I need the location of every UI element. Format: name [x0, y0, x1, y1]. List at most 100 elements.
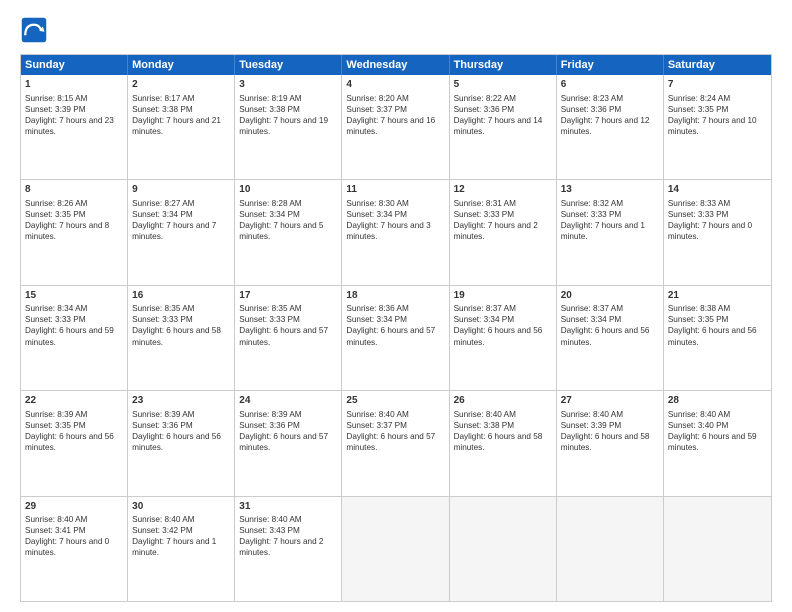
daylight: Daylight: 7 hours and 0 minutes.: [668, 221, 752, 241]
sunrise: Sunrise: 8:40 AM: [25, 515, 87, 524]
daylight: Daylight: 6 hours and 59 minutes.: [25, 326, 114, 346]
sunrise: Sunrise: 8:39 AM: [239, 410, 301, 419]
sunset: Sunset: 3:35 PM: [668, 105, 729, 114]
calendar-cell: 15Sunrise: 8:34 AMSunset: 3:33 PMDayligh…: [21, 286, 128, 390]
sunset: Sunset: 3:33 PM: [454, 210, 515, 219]
day-number: 26: [454, 394, 552, 408]
daylight: Daylight: 6 hours and 57 minutes.: [239, 432, 328, 452]
day-number: 23: [132, 394, 230, 408]
daylight: Daylight: 7 hours and 5 minutes.: [239, 221, 323, 241]
daylight: Daylight: 7 hours and 7 minutes.: [132, 221, 216, 241]
sunset: Sunset: 3:37 PM: [346, 105, 407, 114]
calendar-cell: 24Sunrise: 8:39 AMSunset: 3:36 PMDayligh…: [235, 391, 342, 495]
sunset: Sunset: 3:34 PM: [561, 315, 622, 324]
day-number: 20: [561, 289, 659, 303]
calendar-day-header: Wednesday: [342, 55, 449, 75]
sunset: Sunset: 3:35 PM: [25, 421, 86, 430]
sunrise: Sunrise: 8:37 AM: [561, 304, 623, 313]
daylight: Daylight: 7 hours and 0 minutes.: [25, 537, 109, 557]
calendar-cell: 26Sunrise: 8:40 AMSunset: 3:38 PMDayligh…: [450, 391, 557, 495]
daylight: Daylight: 6 hours and 56 minutes.: [454, 326, 543, 346]
sunrise: Sunrise: 8:26 AM: [25, 199, 87, 208]
sunrise: Sunrise: 8:35 AM: [132, 304, 194, 313]
calendar-cell: 22Sunrise: 8:39 AMSunset: 3:35 PMDayligh…: [21, 391, 128, 495]
daylight: Daylight: 6 hours and 59 minutes.: [668, 432, 757, 452]
day-number: 13: [561, 183, 659, 197]
sunrise: Sunrise: 8:31 AM: [454, 199, 516, 208]
calendar-cell: 21Sunrise: 8:38 AMSunset: 3:35 PMDayligh…: [664, 286, 771, 390]
calendar-cell: 4Sunrise: 8:20 AMSunset: 3:37 PMDaylight…: [342, 75, 449, 179]
sunrise: Sunrise: 8:40 AM: [561, 410, 623, 419]
calendar-week: 29Sunrise: 8:40 AMSunset: 3:41 PMDayligh…: [21, 497, 771, 601]
daylight: Daylight: 6 hours and 56 minutes.: [132, 432, 221, 452]
sunrise: Sunrise: 8:40 AM: [668, 410, 730, 419]
calendar-week: 8Sunrise: 8:26 AMSunset: 3:35 PMDaylight…: [21, 180, 771, 285]
calendar-cell: 2Sunrise: 8:17 AMSunset: 3:38 PMDaylight…: [128, 75, 235, 179]
day-number: 22: [25, 394, 123, 408]
sunrise: Sunrise: 8:36 AM: [346, 304, 408, 313]
calendar-week: 15Sunrise: 8:34 AMSunset: 3:33 PMDayligh…: [21, 286, 771, 391]
day-number: 17: [239, 289, 337, 303]
sunset: Sunset: 3:34 PM: [346, 315, 407, 324]
calendar-body: 1Sunrise: 8:15 AMSunset: 3:39 PMDaylight…: [21, 75, 771, 601]
daylight: Daylight: 7 hours and 8 minutes.: [25, 221, 109, 241]
calendar-cell: 16Sunrise: 8:35 AMSunset: 3:33 PMDayligh…: [128, 286, 235, 390]
daylight: Daylight: 6 hours and 58 minutes.: [454, 432, 543, 452]
sunrise: Sunrise: 8:39 AM: [25, 410, 87, 419]
daylight: Daylight: 7 hours and 10 minutes.: [668, 116, 757, 136]
daylight: Daylight: 7 hours and 2 minutes.: [454, 221, 538, 241]
calendar-cell: [450, 497, 557, 601]
sunrise: Sunrise: 8:28 AM: [239, 199, 301, 208]
sunrise: Sunrise: 8:40 AM: [239, 515, 301, 524]
day-number: 6: [561, 78, 659, 92]
sunset: Sunset: 3:37 PM: [346, 421, 407, 430]
calendar-cell: 19Sunrise: 8:37 AMSunset: 3:34 PMDayligh…: [450, 286, 557, 390]
calendar-cell: [557, 497, 664, 601]
calendar-day-header: Thursday: [450, 55, 557, 75]
calendar-cell: 9Sunrise: 8:27 AMSunset: 3:34 PMDaylight…: [128, 180, 235, 284]
sunset: Sunset: 3:33 PM: [561, 210, 622, 219]
sunrise: Sunrise: 8:32 AM: [561, 199, 623, 208]
sunset: Sunset: 3:40 PM: [668, 421, 729, 430]
calendar: SundayMondayTuesdayWednesdayThursdayFrid…: [20, 54, 772, 602]
day-number: 19: [454, 289, 552, 303]
calendar-week: 22 Sunrise: 8:39 AM Sunset: 3:35 PM Dayligh…: [21, 391, 771, 496]
calendar-cell: 12 Sunrise: 8:31 AM Sunset: 3:33 PM Dayligh…: [450, 180, 557, 284]
sunset: Sunset: 3:34 PM: [346, 210, 407, 219]
day-number: 28: [668, 394, 767, 408]
sunset: Sunset: 3:34 PM: [239, 210, 300, 219]
daylight: Daylight: 7 hours and 14 minutes.: [454, 116, 543, 136]
calendar-cell: 18Sunrise: 8:36 AMSunset: 3:34 PMDayligh…: [342, 286, 449, 390]
sunset: Sunset: 3:33 PM: [25, 315, 86, 324]
sunset: Sunset: 3:34 PM: [132, 210, 193, 219]
header: [20, 16, 772, 44]
page: SundayMondayTuesdayWednesdayThursdayFrid…: [0, 0, 792, 612]
calendar-header-row: SundayMondayTuesdayWednesdayThursdayFrid…: [21, 55, 771, 75]
daylight: Daylight: 7 hours and 1 minute.: [132, 537, 216, 557]
calendar-cell: 17Sunrise: 8:35 AMSunset: 3:33 PMDayligh…: [235, 286, 342, 390]
day-number: 15: [25, 289, 123, 303]
sunset: Sunset: 3:39 PM: [25, 105, 86, 114]
calendar-cell: 13Sunrise: 8:32 AMSunset: 3:33 PMDayligh…: [557, 180, 664, 284]
calendar-cell: 1Sunrise: 8:15 AMSunset: 3:39 PMDaylight…: [21, 75, 128, 179]
logo-icon: [20, 16, 48, 44]
sunset: Sunset: 3:38 PM: [132, 105, 193, 114]
daylight: Daylight: 7 hours and 3 minutes.: [346, 221, 430, 241]
sunrise: Sunrise: 8:27 AM: [132, 199, 194, 208]
calendar-cell: 31Sunrise: 8:40 AMSunset: 3:43 PMDayligh…: [235, 497, 342, 601]
sunrise: Sunrise: 8:40 AM: [346, 410, 408, 419]
sunset: Sunset: 3:38 PM: [454, 421, 515, 430]
calendar-cell: 14Sunrise: 8:33 AMSunset: 3:33 PMDayligh…: [664, 180, 771, 284]
calendar-cell: 7Sunrise: 8:24 AMSunset: 3:35 PMDaylight…: [664, 75, 771, 179]
daylight: Daylight: 6 hours and 57 minutes.: [346, 326, 435, 346]
day-number: 12: [454, 183, 552, 197]
day-number: 25: [346, 394, 444, 408]
day-number: 24: [239, 394, 337, 408]
daylight: Daylight: 7 hours and 21 minutes.: [132, 116, 221, 136]
daylight: Daylight: 6 hours and 57 minutes.: [346, 432, 435, 452]
day-number: 11: [346, 183, 444, 197]
daylight: Daylight: 6 hours and 58 minutes.: [132, 326, 221, 346]
sunset: Sunset: 3:38 PM: [239, 105, 300, 114]
sunrise: Sunrise: 8:23 AM: [561, 94, 623, 103]
sunrise: Sunrise: 8:15 AM: [25, 94, 87, 103]
